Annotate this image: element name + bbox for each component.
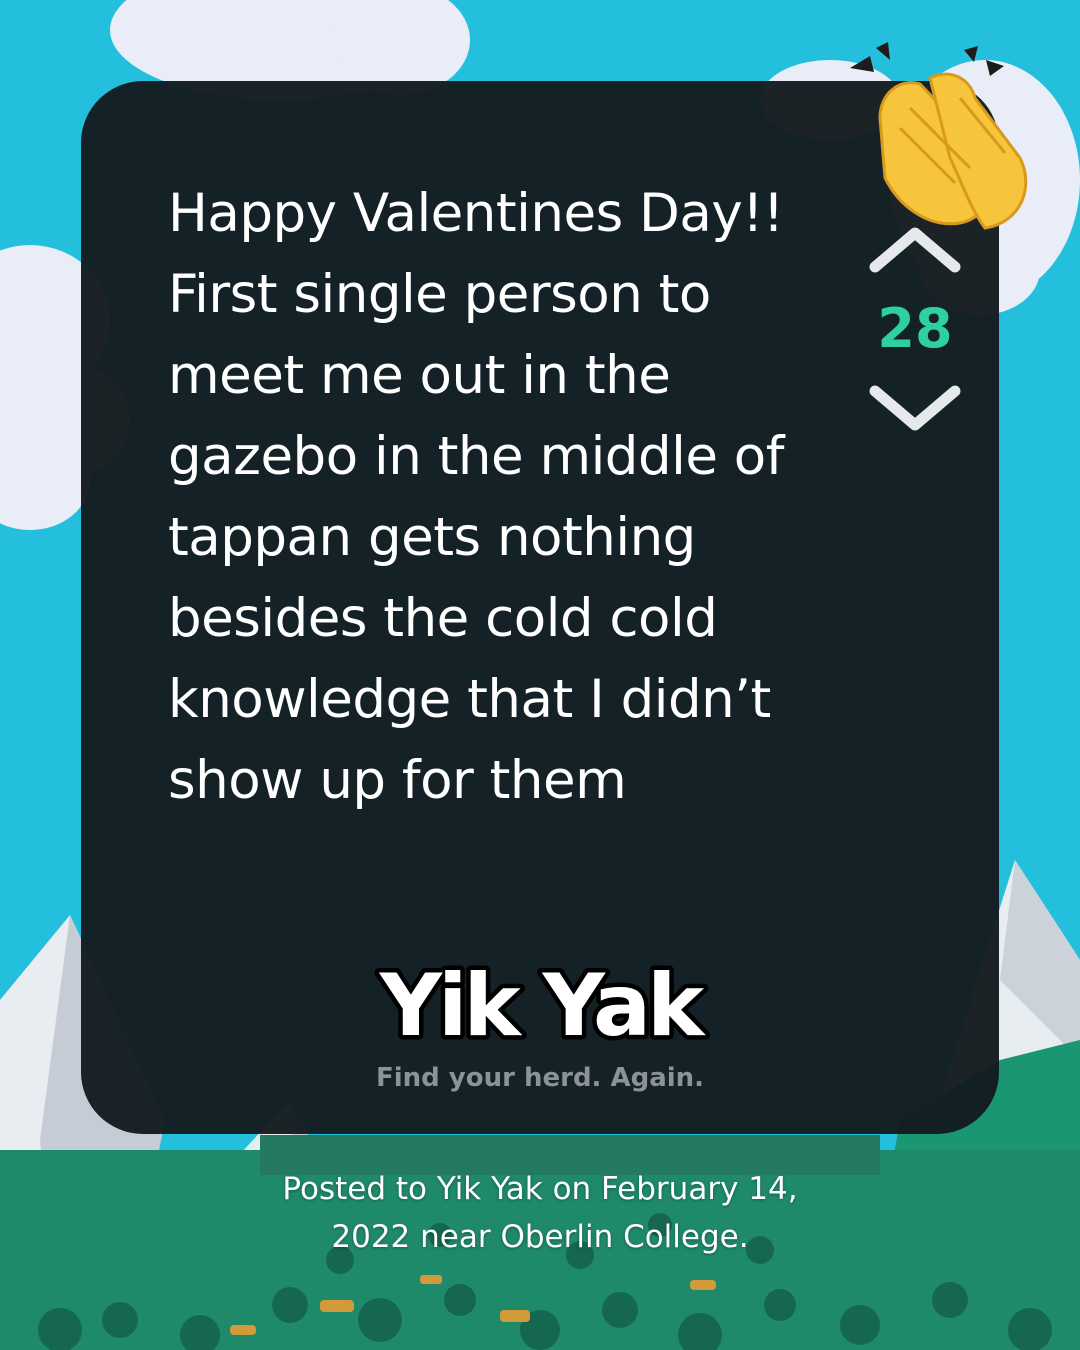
- logo-text: Yik Yak: [379, 956, 706, 1056]
- tagline: Find your herd. Again.: [375, 1063, 705, 1093]
- post-text: Happy Valentines Day!! First single pers…: [168, 183, 784, 811]
- clapping-hands-icon: [850, 42, 1028, 230]
- yik-yak-logo: Yik Yak: [374, 952, 714, 1058]
- vote-control: 28: [865, 221, 965, 437]
- chevron-down-icon[interactable]: [865, 381, 965, 437]
- yak-post-card: Happy Valentines Day!! First single pers…: [81, 81, 999, 1134]
- vote-count: 28: [877, 297, 953, 360]
- post-caption: Posted to Yik Yak on February 14, 2022 n…: [282, 1171, 798, 1255]
